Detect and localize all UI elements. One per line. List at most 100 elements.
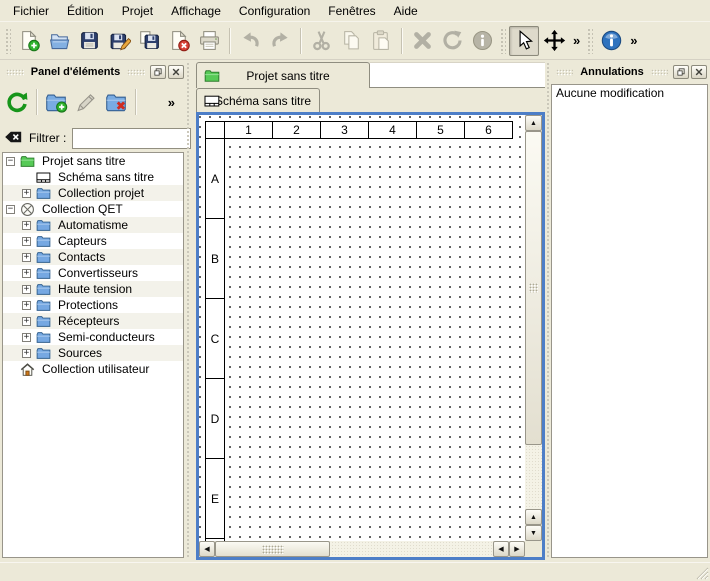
scroll-left-button[interactable]: ◀ — [199, 541, 215, 557]
menu-configuration[interactable]: Configuration — [230, 1, 319, 21]
toolbar-overflow-button[interactable]: » — [168, 95, 175, 110]
tree-item-collection-utilisateur[interactable]: Collection utilisateur — [3, 361, 183, 377]
print-icon — [198, 29, 221, 52]
project-folder-icon — [204, 68, 220, 84]
elements-panel-close-button[interactable] — [168, 65, 184, 79]
expand-icon[interactable] — [22, 301, 31, 310]
folder-icon — [36, 330, 52, 345]
copy-button[interactable] — [336, 26, 366, 56]
expand-icon[interactable] — [22, 237, 31, 246]
reload-collections-button[interactable] — [2, 87, 32, 117]
tree-item-sources[interactable]: Sources — [3, 345, 183, 361]
vertical-scroll-thumb[interactable] — [525, 131, 542, 445]
new-category-button[interactable] — [41, 87, 71, 117]
tree-item-capteurs[interactable]: Capteurs — [3, 233, 183, 249]
tab-schema[interactable]: Schéma sans titre — [196, 88, 320, 112]
print-button[interactable] — [194, 26, 224, 56]
menu-fenetres[interactable]: Fenêtres — [319, 1, 384, 21]
folder-edit-icon — [74, 90, 98, 114]
menu-edition[interactable]: Édition — [58, 1, 113, 21]
expand-icon[interactable] — [22, 269, 31, 278]
menu-aide[interactable]: Aide — [385, 1, 427, 21]
tree-item-protections[interactable]: Protections — [3, 297, 183, 313]
tree-item-convertisseurs[interactable]: Convertisseurs — [3, 265, 183, 281]
menu-projet[interactable]: Projet — [113, 1, 162, 21]
menubar: FichierÉditionProjetAffichageConfigurati… — [0, 0, 710, 22]
rotate-button[interactable] — [437, 26, 467, 56]
undo-panel-float-button[interactable] — [673, 65, 689, 79]
collapse-icon[interactable] — [6, 157, 15, 166]
scroll-down-button[interactable]: ▼ — [525, 525, 542, 541]
backspace-clear-icon — [4, 130, 23, 147]
elements-panel-float-button[interactable] — [150, 65, 166, 79]
tree-item-semi-conducteurs[interactable]: Semi-conducteurs — [3, 329, 183, 345]
paste-button[interactable] — [366, 26, 396, 56]
save-button[interactable] — [74, 26, 104, 56]
element-info-icon — [471, 29, 494, 52]
delete-category-button[interactable] — [101, 87, 131, 117]
toolbar-overflow-button[interactable]: » — [569, 33, 584, 48]
element-info-button[interactable] — [467, 26, 497, 56]
tab-project[interactable]: Projet sans titre — [196, 62, 370, 88]
resize-grip-icon[interactable] — [696, 567, 709, 580]
undo-list-item[interactable]: Aucune modification — [552, 85, 707, 102]
horizontal-scrollbar[interactable]: ◀ ◀ ▶ — [199, 541, 525, 557]
save-as-button[interactable] — [104, 26, 134, 56]
expand-icon[interactable] — [22, 333, 31, 342]
scroll-left-button-2[interactable]: ◀ — [493, 541, 509, 557]
tree-item-collection-projet[interactable]: Collection projet — [3, 185, 183, 201]
expand-icon[interactable] — [22, 317, 31, 326]
scroll-up-button-2[interactable]: ▲ — [525, 509, 542, 525]
delete-button[interactable] — [407, 26, 437, 56]
expand-icon[interactable] — [22, 349, 31, 358]
tree-item-contacts[interactable]: Contacts — [3, 249, 183, 265]
tree-item-projet-sans-titre[interactable]: Projet sans titre — [3, 153, 183, 169]
filter-clear-button[interactable] — [4, 130, 23, 146]
home-icon — [20, 362, 36, 377]
tree-item-label: Haute tension — [58, 282, 132, 296]
new-project-button[interactable] — [14, 26, 44, 56]
undo-panel-header: Annulations — [553, 63, 707, 81]
expand-icon[interactable] — [22, 189, 31, 198]
expand-icon[interactable] — [22, 221, 31, 230]
collapse-icon[interactable] — [6, 205, 15, 214]
qelectrotech-window: FichierÉditionProjetAffichageConfigurati… — [0, 0, 710, 581]
toolbar-handle[interactable] — [500, 28, 506, 54]
cut-button[interactable] — [306, 26, 336, 56]
toolbar-overflow-button[interactable]: » — [626, 33, 641, 48]
close-file-button[interactable] — [164, 26, 194, 56]
menu-fichier[interactable]: Fichier — [4, 1, 58, 21]
horizontal-scroll-thumb[interactable] — [215, 541, 330, 557]
tree-item-haute-tension[interactable]: Haute tension — [3, 281, 183, 297]
filter-input[interactable] — [72, 128, 191, 149]
selection-mode-button[interactable] — [509, 26, 539, 56]
tree-item-collection-qet[interactable]: Collection QET — [3, 201, 183, 217]
menu-affichage[interactable]: Affichage — [162, 1, 230, 21]
arrow-up-icon: ▲ — [530, 120, 537, 127]
toolbar-handle[interactable] — [5, 28, 11, 54]
edit-category-button[interactable] — [71, 87, 101, 117]
tree-item-recepteurs[interactable]: Récepteurs — [3, 313, 183, 329]
row-header-A: A — [205, 138, 225, 219]
expand-icon[interactable] — [22, 285, 31, 294]
visualisation-mode-button[interactable] — [539, 26, 569, 56]
undo-button[interactable] — [235, 26, 265, 56]
toolbar-handle[interactable] — [587, 28, 593, 54]
info-toolbar: » — [584, 22, 641, 59]
left-splitter[interactable] — [184, 62, 192, 559]
expand-icon[interactable] — [22, 253, 31, 262]
scroll-up-button[interactable]: ▲ — [525, 115, 542, 131]
vertical-scrollbar[interactable]: ▲ ▲ ▼ — [525, 115, 542, 541]
save-all-button[interactable] — [134, 26, 164, 56]
tree-item-automatisme[interactable]: Automatisme — [3, 217, 183, 233]
redo-button[interactable] — [265, 26, 295, 56]
save-icon — [78, 29, 101, 52]
column-header-4: 4 — [368, 121, 417, 139]
schema-canvas[interactable]: 123456ABCDE — [199, 115, 525, 541]
about-button[interactable] — [596, 26, 626, 56]
open-button[interactable] — [44, 26, 74, 56]
undo-panel-close-button[interactable] — [691, 65, 707, 79]
toolbar-separator — [135, 89, 136, 115]
scroll-right-button[interactable]: ▶ — [509, 541, 525, 557]
tree-item-schema-sans-titre[interactable]: Schéma sans titre — [3, 169, 183, 185]
